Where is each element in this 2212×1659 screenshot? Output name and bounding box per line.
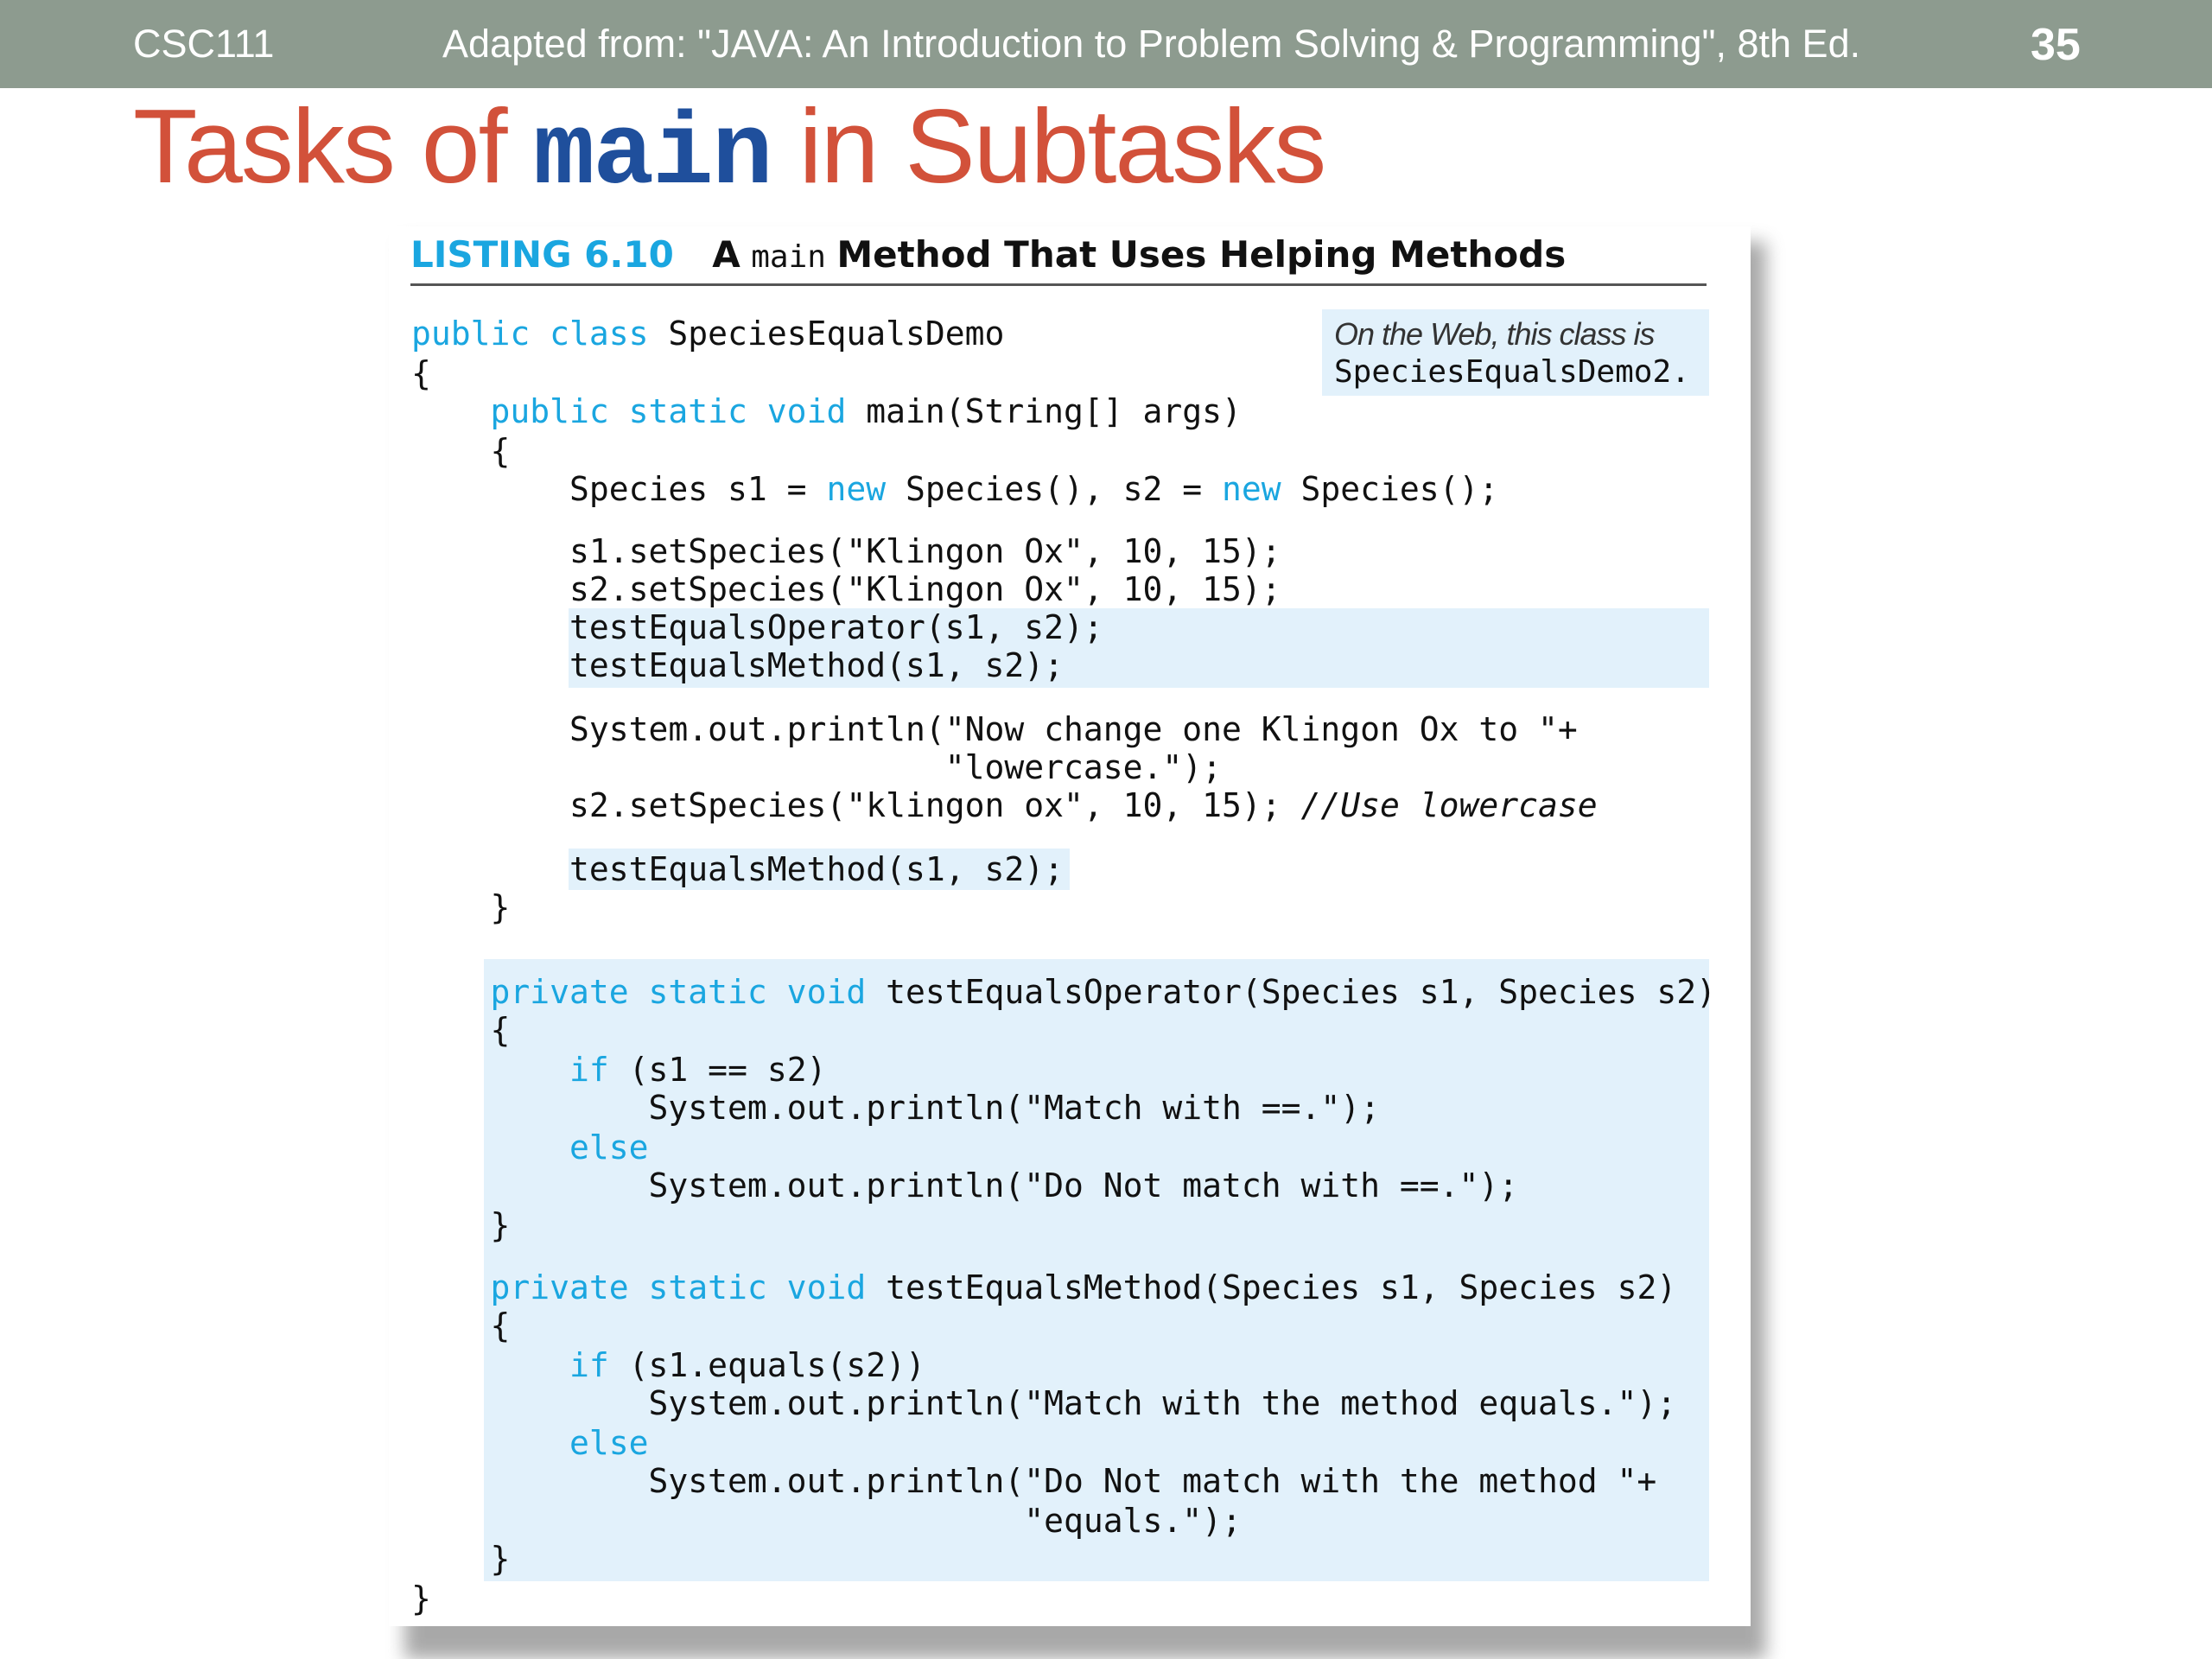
code-keyword: new [826,470,887,508]
code-line: } [411,888,511,926]
code-text: { [411,354,431,392]
code-line: { [411,1011,511,1049]
web-note-class: SpeciesEqualsDemo2. [1334,354,1690,390]
code-line: public class SpeciesEqualsDemo [411,315,1004,353]
code-line: testEqualsMethod(s1, s2); [411,850,1064,888]
code-text: testEqualsMethod(s1, s2); [411,646,1064,684]
code-keyword: if [569,1346,609,1384]
course-code: CSC111 [133,22,275,66]
code-text: s1.setSpecies("Klingon Ox", 10, 15); [411,532,1281,570]
code-text: { [411,432,511,470]
code-text: } [411,1540,511,1578]
code-keyword: public class [411,315,649,353]
code-line: s2.setSpecies("klingon ox", 10, 15); //U… [411,786,1598,824]
code-text: Species s1 = [411,470,827,508]
code-text: (s1.equals(s2)) [608,1346,925,1384]
code-line: System.out.println("Do Not match with ==… [411,1166,1519,1205]
code-line: { [411,432,511,470]
code-line: else [411,1128,649,1166]
code-line: testEqualsOperator(s1, s2); [411,608,1103,646]
code-line: System.out.println("Now change one Kling… [411,710,1578,748]
code-comment: //Use lowercase [1300,786,1598,824]
code-line: { [411,1306,511,1344]
code-line: s1.setSpecies("Klingon Ox", 10, 15); [411,532,1281,570]
listing-number: LISTING 6.10 [410,233,674,276]
code-line: testEqualsMethod(s1, s2); [411,646,1064,684]
page-number: 35 [2031,20,2081,70]
code-text: main(String[] args) [846,392,1242,430]
code-line: if (s1.equals(s2)) [411,1346,925,1384]
code-line: private static void testEqualsMethod(Spe… [411,1268,1677,1306]
title-suffix: in Subtasks [771,87,1327,205]
slide-header-bar: CSC111 Adapted from: "JAVA: An Introduct… [0,0,2212,88]
code-text: "equals."); [411,1502,1242,1540]
code-text: testEqualsMethod(s1, s2); [411,850,1064,888]
code-text: Species(), s2 = [886,470,1223,508]
code-line: } [411,1206,511,1244]
code-text: s2.setSpecies("Klingon Ox", 10, 15); [411,570,1281,608]
code-line: System.out.println("Do Not match with th… [411,1462,1657,1500]
code-keyword: new [1222,470,1281,508]
code-keyword: private static void [490,973,867,1011]
code-text: { [411,1306,511,1344]
code-listing: LISTING 6.10 A main Method That Uses Hel… [389,226,1751,1626]
code-line: { [411,354,431,392]
code-text: } [411,1206,511,1244]
code-keyword: else [569,1128,649,1166]
code-line: "equals."); [411,1502,1242,1540]
code-text: System.out.println("Match with the metho… [411,1384,1677,1422]
code-text: testEqualsMethod(Species s1, Species s2) [866,1268,1677,1306]
code-text: } [411,1580,431,1618]
code-line: System.out.println("Match with the metho… [411,1384,1677,1422]
listing-caption-end: Method That Uses Helping Methods [836,233,1567,276]
code-keyword: private static void [490,1268,867,1306]
listing-caption-code: main [751,239,826,275]
code-line: else [411,1424,649,1462]
code-line: Species s1 = new Species(), s2 = new Spe… [411,470,1498,508]
code-text: s2.setSpecies("klingon ox", 10, 15); [411,786,1301,824]
code-text: System.out.println("Do Not match with th… [411,1462,1657,1500]
listing-header: LISTING 6.10 A main Method That Uses Hel… [410,233,1707,286]
code-line: private static void testEqualsOperator(S… [411,973,1716,1011]
slide-title: Tasks of main in Subtasks [133,87,1327,213]
source-citation: Adapted from: "JAVA: An Introduction to … [442,22,1861,66]
code-text: SpeciesEqualsDemo [648,315,1005,353]
code-text: testEqualsOperator(s1, s2); [411,608,1103,646]
code-text: System.out.println("Match with ==."); [411,1089,1381,1127]
code-text: (s1 == s2) [608,1051,827,1089]
code-text: } [411,888,511,926]
title-code-word: main [533,99,772,213]
code-line: s2.setSpecies("Klingon Ox", 10, 15); [411,570,1281,608]
listing-caption-start: A [712,233,741,276]
code-line: "lowercase."); [411,748,1222,786]
code-line: System.out.println("Match with ==."); [411,1089,1381,1127]
code-text: testEqualsOperator(Species s1, Species s… [866,973,1716,1011]
code-line: } [411,1540,511,1578]
web-note-text: On the Web, this class is [1334,316,1655,352]
code-line: } [411,1580,431,1618]
code-line: public static void main(String[] args) [411,392,1242,430]
web-note: On the Web, this class is SpeciesEqualsD… [1322,309,1709,396]
code-text: { [411,1011,511,1049]
code-text: System.out.println("Now change one Kling… [411,710,1578,748]
code-keyword: else [569,1424,649,1462]
code-text: "lowercase."); [411,748,1222,786]
code-keyword: public static void [490,392,847,430]
code-line: if (s1 == s2) [411,1051,826,1089]
code-text: System.out.println("Do Not match with ==… [411,1166,1519,1205]
code-text: Species(); [1281,470,1499,508]
code-keyword: if [569,1051,609,1089]
title-prefix: Tasks of [133,87,534,205]
